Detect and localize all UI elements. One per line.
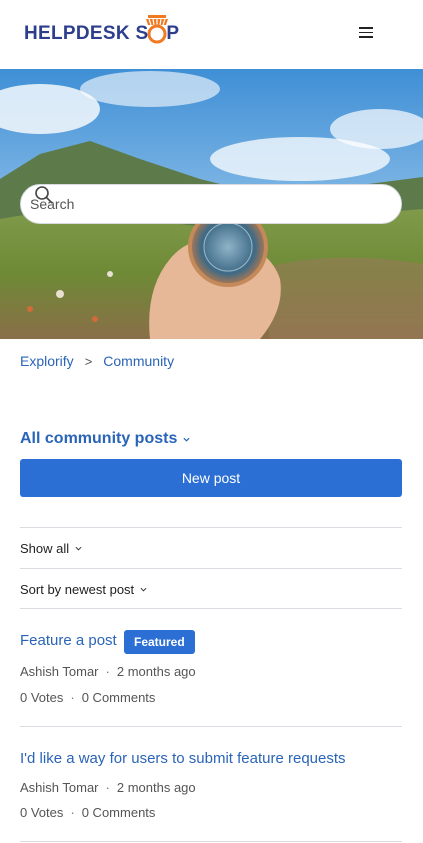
divider <box>20 726 402 727</box>
hero-banner <box>0 69 423 339</box>
post-meta: Ashish Tomar · 2 months ago <box>20 664 196 679</box>
post-votes: 0 Votes <box>20 690 64 705</box>
divider <box>20 608 402 609</box>
divider <box>20 568 402 569</box>
post-stats: 0 Votes · 0 Comments <box>20 805 155 820</box>
meta-separator: · <box>105 664 110 679</box>
chevron-down-icon <box>183 437 190 442</box>
search-input[interactable] <box>28 195 332 213</box>
page-title: All community posts <box>20 430 178 447</box>
post-meta: Ashish Tomar · 2 months ago <box>20 780 196 795</box>
search-bar[interactable] <box>20 184 402 224</box>
shop-awning-icon <box>146 15 169 47</box>
post-time: 2 months ago <box>116 664 196 679</box>
show-filter-dropdown[interactable]: Show all <box>20 541 82 556</box>
show-filter-label: Show all <box>20 541 70 556</box>
post-title-link[interactable]: I'd like a way for users to submit featu… <box>20 750 346 767</box>
post-stats: 0 Votes · 0 Comments <box>20 690 155 705</box>
post-votes: 0 Votes <box>20 805 64 820</box>
sort-dropdown[interactable]: Sort by newest post <box>20 582 147 597</box>
meta-separator: · <box>105 780 110 795</box>
chevron-down-icon <box>75 546 82 551</box>
breadcrumb-item-community[interactable]: Community <box>103 353 174 369</box>
meta-separator: · <box>70 805 75 820</box>
hamburger-icon[interactable] <box>359 27 373 41</box>
site-header: HELPDESK S P <box>0 0 423 69</box>
post-time: 2 months ago <box>116 780 196 795</box>
new-post-button[interactable]: New post <box>20 459 402 497</box>
chevron-down-icon <box>140 587 147 592</box>
post-author: Ashish Tomar <box>20 780 99 795</box>
logo-text-part1: HELPDESK S <box>24 23 149 44</box>
breadcrumb: Explorify > Community <box>20 353 174 369</box>
topic-dropdown[interactable]: All community posts <box>20 430 190 448</box>
divider <box>20 841 402 842</box>
post-comments: 0 Comments <box>81 690 156 705</box>
post-comments: 0 Comments <box>81 805 156 820</box>
breadcrumb-separator: > <box>84 353 93 369</box>
breadcrumb-item-explorify[interactable]: Explorify <box>20 353 74 369</box>
post-title-link[interactable]: Feature a post <box>20 632 117 649</box>
helpdesk-shop-logo[interactable]: HELPDESK S P <box>24 15 179 50</box>
search-icon <box>35 186 53 204</box>
featured-badge: Featured <box>124 630 195 654</box>
meta-separator: · <box>70 690 75 705</box>
post-author: Ashish Tomar <box>20 664 99 679</box>
divider <box>20 527 402 528</box>
sort-label: Sort by newest post <box>20 582 135 597</box>
